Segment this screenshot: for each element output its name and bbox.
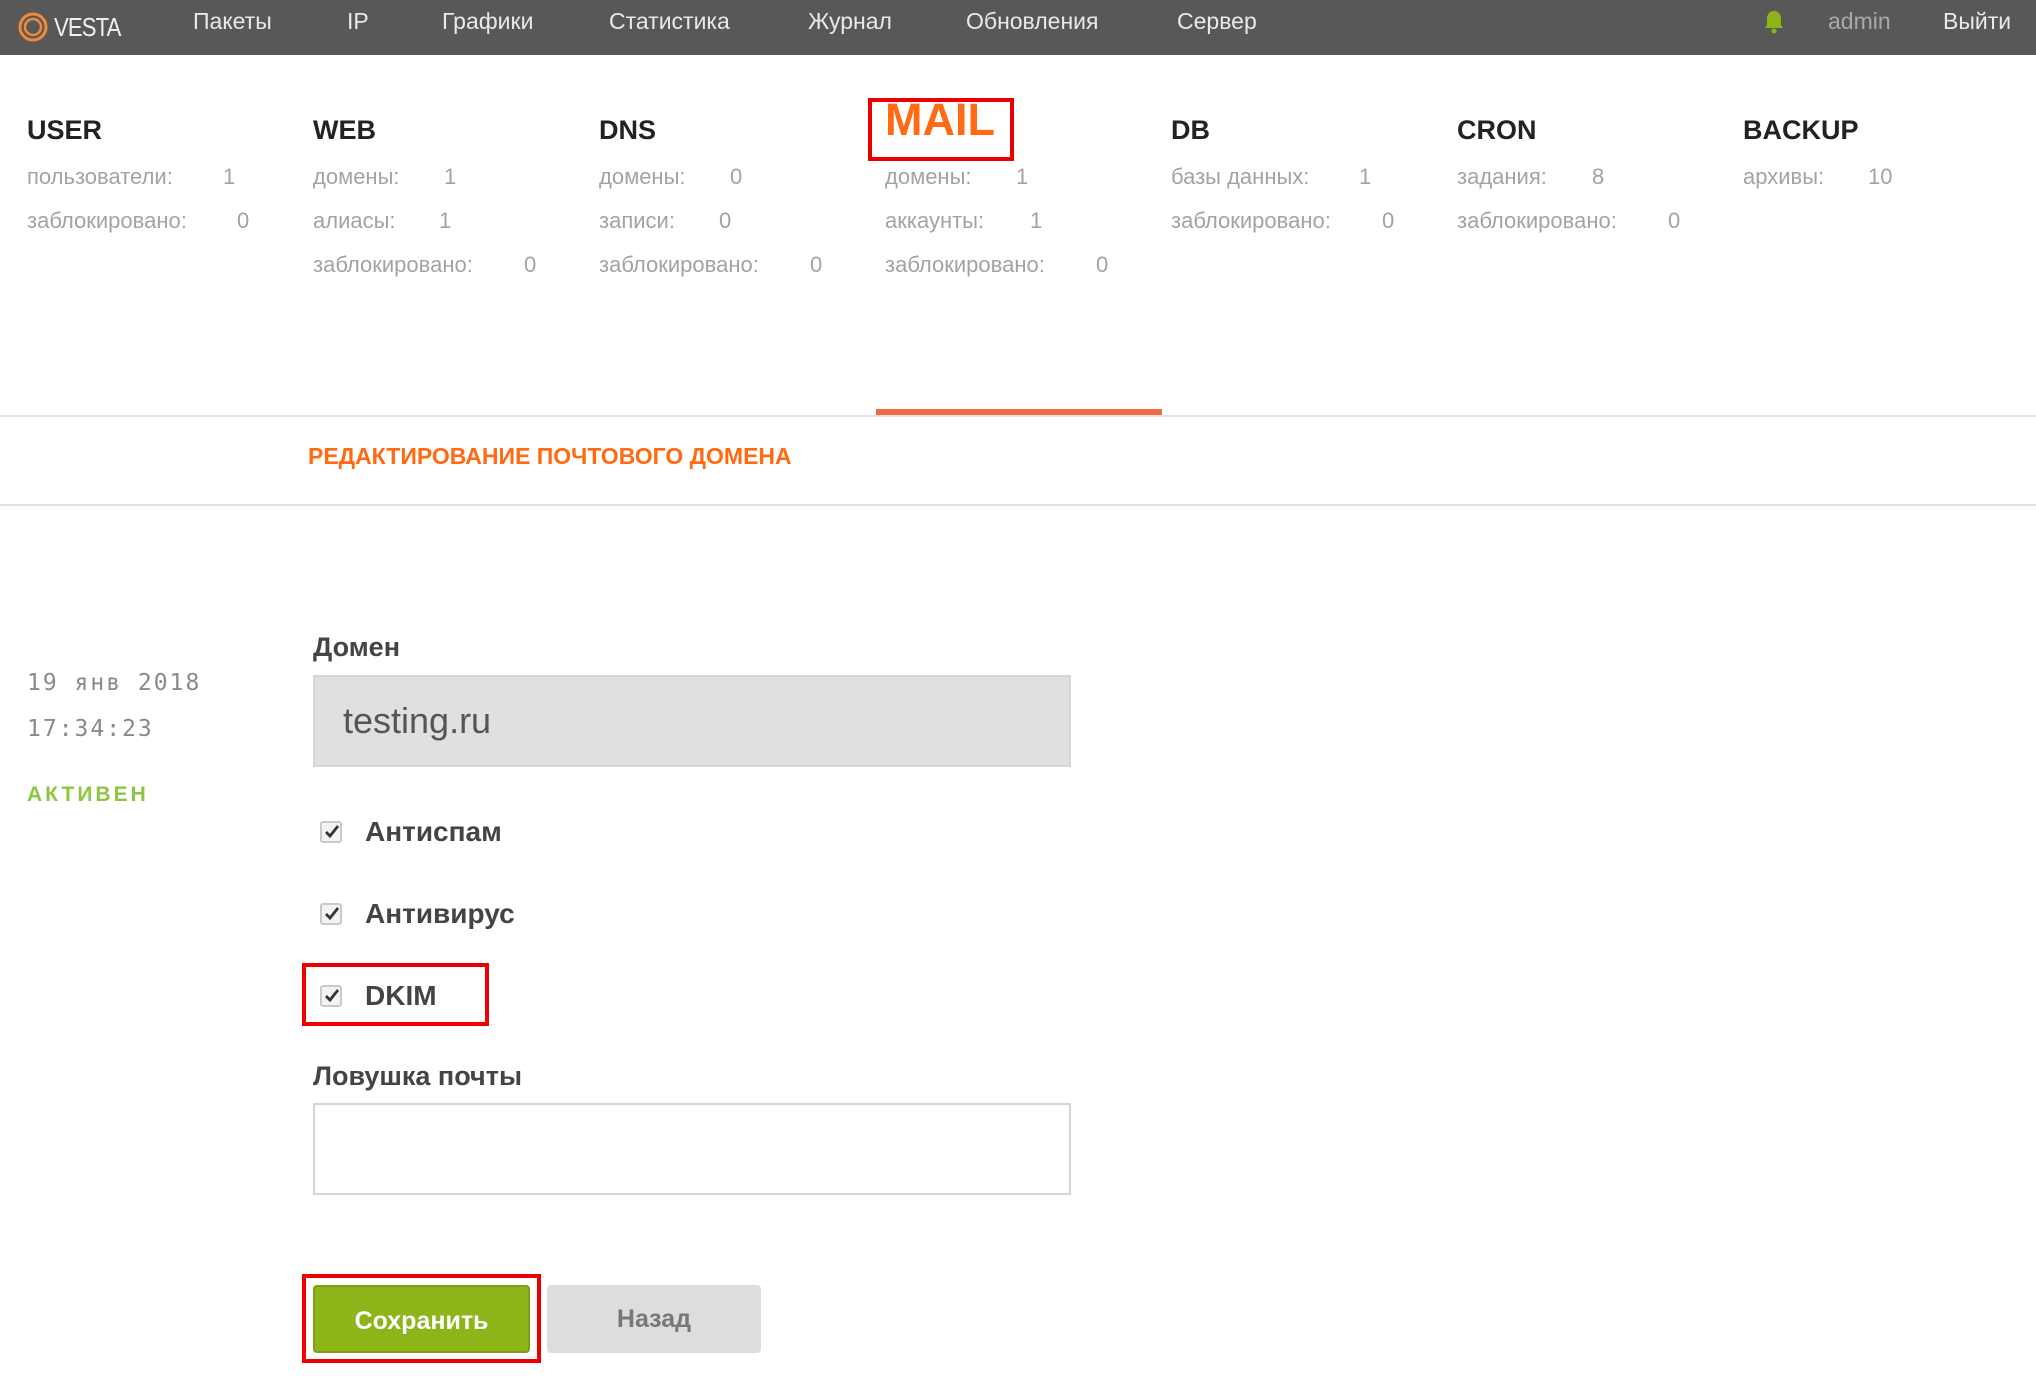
active-tab-indicator xyxy=(876,409,1162,415)
stat-label: домены: xyxy=(599,164,686,189)
stat-label: заблокировано: xyxy=(885,252,1045,277)
stat-row: заблокировано: 0 xyxy=(885,243,1108,287)
stat-value: 0 xyxy=(719,208,732,233)
nav-statistics[interactable]: Статистика xyxy=(609,0,730,42)
stat-row: заблокировано: 0 xyxy=(1171,199,1394,243)
stat-row: домены: 1 xyxy=(885,155,1045,199)
stat-title[interactable]: DB xyxy=(1171,105,1331,155)
stat-label: задания: xyxy=(1457,164,1547,189)
nav-server[interactable]: Сервер xyxy=(1177,0,1257,42)
domain-input[interactable] xyxy=(313,675,1071,767)
stat-value: 1 xyxy=(1359,164,1372,189)
antivirus-checkbox[interactable] xyxy=(320,903,342,925)
antispam-label: Антиспам xyxy=(365,816,502,847)
stat-title[interactable]: USER xyxy=(27,105,187,155)
stat-value: 0 xyxy=(1668,208,1681,233)
antivirus-label: Антивирус xyxy=(365,898,515,929)
stat-backup[interactable]: BACKUP архивы: 10 xyxy=(1743,105,1892,199)
stat-label: базы данных: xyxy=(1171,164,1310,189)
stat-value: 8 xyxy=(1592,164,1605,189)
stat-value: 0 xyxy=(237,208,250,233)
nav-log[interactable]: Журнал xyxy=(808,0,892,42)
stat-label: записи: xyxy=(599,208,675,233)
vesta-logo-icon xyxy=(18,12,48,42)
user-name[interactable]: admin xyxy=(1828,0,1891,42)
stat-label: архивы: xyxy=(1743,164,1825,189)
antispam-row[interactable]: Антиспам xyxy=(320,816,502,848)
stat-cron[interactable]: CRON задания: 8 заблокировано: 0 xyxy=(1457,105,1680,243)
stat-row: архивы: 10 xyxy=(1743,155,1892,199)
stat-web[interactable]: WEB домены: 1 алиасы: 1 заблокировано: 0 xyxy=(313,105,536,287)
stat-title[interactable]: WEB xyxy=(313,105,473,155)
stat-value: 0 xyxy=(1096,252,1109,277)
stat-row: заблокировано: 0 xyxy=(27,199,249,243)
logo-text: VESTA xyxy=(54,11,121,42)
catchall-label: Ловушка почты xyxy=(313,1061,522,1091)
stat-row: базы данных: 1 xyxy=(1171,155,1371,199)
page-title: РЕДАКТИРОВАНИЕ ПОЧТОВОГО ДОМЕНА xyxy=(308,443,792,469)
stat-row: алиасы: 1 xyxy=(313,199,473,243)
stat-row: домены: 1 xyxy=(313,155,473,199)
stat-value: 1 xyxy=(439,208,452,233)
stat-label: домены: xyxy=(885,164,972,189)
stat-title[interactable]: CRON xyxy=(1457,105,1617,155)
status-badge: АКТИВЕН xyxy=(27,783,149,806)
stat-row: заблокировано: 0 xyxy=(599,243,822,287)
stat-label: домены: xyxy=(313,164,400,189)
stat-label: заблокировано: xyxy=(599,252,759,277)
stat-title[interactable]: BACKUP xyxy=(1743,105,1859,155)
stat-value: 0 xyxy=(524,252,537,277)
tab-divider xyxy=(0,415,2036,417)
top-bar: VESTA Пакеты IP Графики Статистика Журна… xyxy=(0,0,2036,55)
nav-packages[interactable]: Пакеты xyxy=(193,0,272,42)
nav-updates[interactable]: Обновления xyxy=(966,0,1098,42)
nav-graphs[interactable]: Графики xyxy=(442,0,533,42)
highlight-save xyxy=(302,1274,541,1363)
stat-row: задания: 8 xyxy=(1457,155,1617,199)
stat-row: пользователи: 1 xyxy=(27,155,235,199)
stat-user[interactable]: USER пользователи: 1 заблокировано: 0 xyxy=(27,105,249,243)
back-button[interactable]: Назад xyxy=(547,1285,761,1353)
stat-db[interactable]: DB базы данных: 1 заблокировано: 0 xyxy=(1171,105,1394,243)
stat-label: заблокировано: xyxy=(1457,208,1617,233)
stat-value: 10 xyxy=(1868,164,1893,189)
antivirus-row[interactable]: Антивирус xyxy=(320,898,515,930)
check-icon xyxy=(325,825,340,839)
stat-row: заблокировано: 0 xyxy=(1457,199,1680,243)
highlight-dkim xyxy=(302,963,489,1026)
stat-row: заблокировано: 0 xyxy=(313,243,536,287)
check-icon xyxy=(325,907,340,921)
logout-link[interactable]: Выйти xyxy=(1943,0,2011,42)
stat-title[interactable]: DNS xyxy=(599,105,759,155)
stat-label: заблокировано: xyxy=(1171,208,1331,233)
stat-value: 0 xyxy=(730,164,743,189)
stat-row: записи: 0 xyxy=(599,199,759,243)
created-date: 19 янв 2018 xyxy=(27,670,202,696)
highlight-mail xyxy=(868,98,1014,161)
stat-dns[interactable]: DNS домены: 0 записи: 0 заблокировано: 0 xyxy=(599,105,822,287)
stat-label: пользователи: xyxy=(27,164,173,189)
nav-ip[interactable]: IP xyxy=(347,0,369,42)
stat-value: 1 xyxy=(444,164,457,189)
stat-value: 1 xyxy=(1030,208,1043,233)
stat-label: заблокировано: xyxy=(313,252,473,277)
bell-icon[interactable] xyxy=(1762,8,1786,36)
vesta-logo[interactable]: VESTA xyxy=(18,2,132,52)
created-time: 17:34:23 xyxy=(27,716,154,742)
stat-label: заблокировано: xyxy=(27,208,187,233)
stat-label: алиасы: xyxy=(313,208,396,233)
stat-value: 1 xyxy=(1016,164,1029,189)
stat-row: аккаунты: 1 xyxy=(885,199,1045,243)
stat-value: 1 xyxy=(223,164,236,189)
catchall-input[interactable] xyxy=(313,1103,1071,1195)
stat-label: аккаунты: xyxy=(885,208,985,233)
antispam-checkbox[interactable] xyxy=(320,821,342,843)
title-divider xyxy=(0,504,2036,506)
stat-value: 0 xyxy=(1382,208,1395,233)
stat-row: домены: 0 xyxy=(599,155,759,199)
domain-label: Домен xyxy=(313,632,400,662)
stat-value: 0 xyxy=(810,252,823,277)
